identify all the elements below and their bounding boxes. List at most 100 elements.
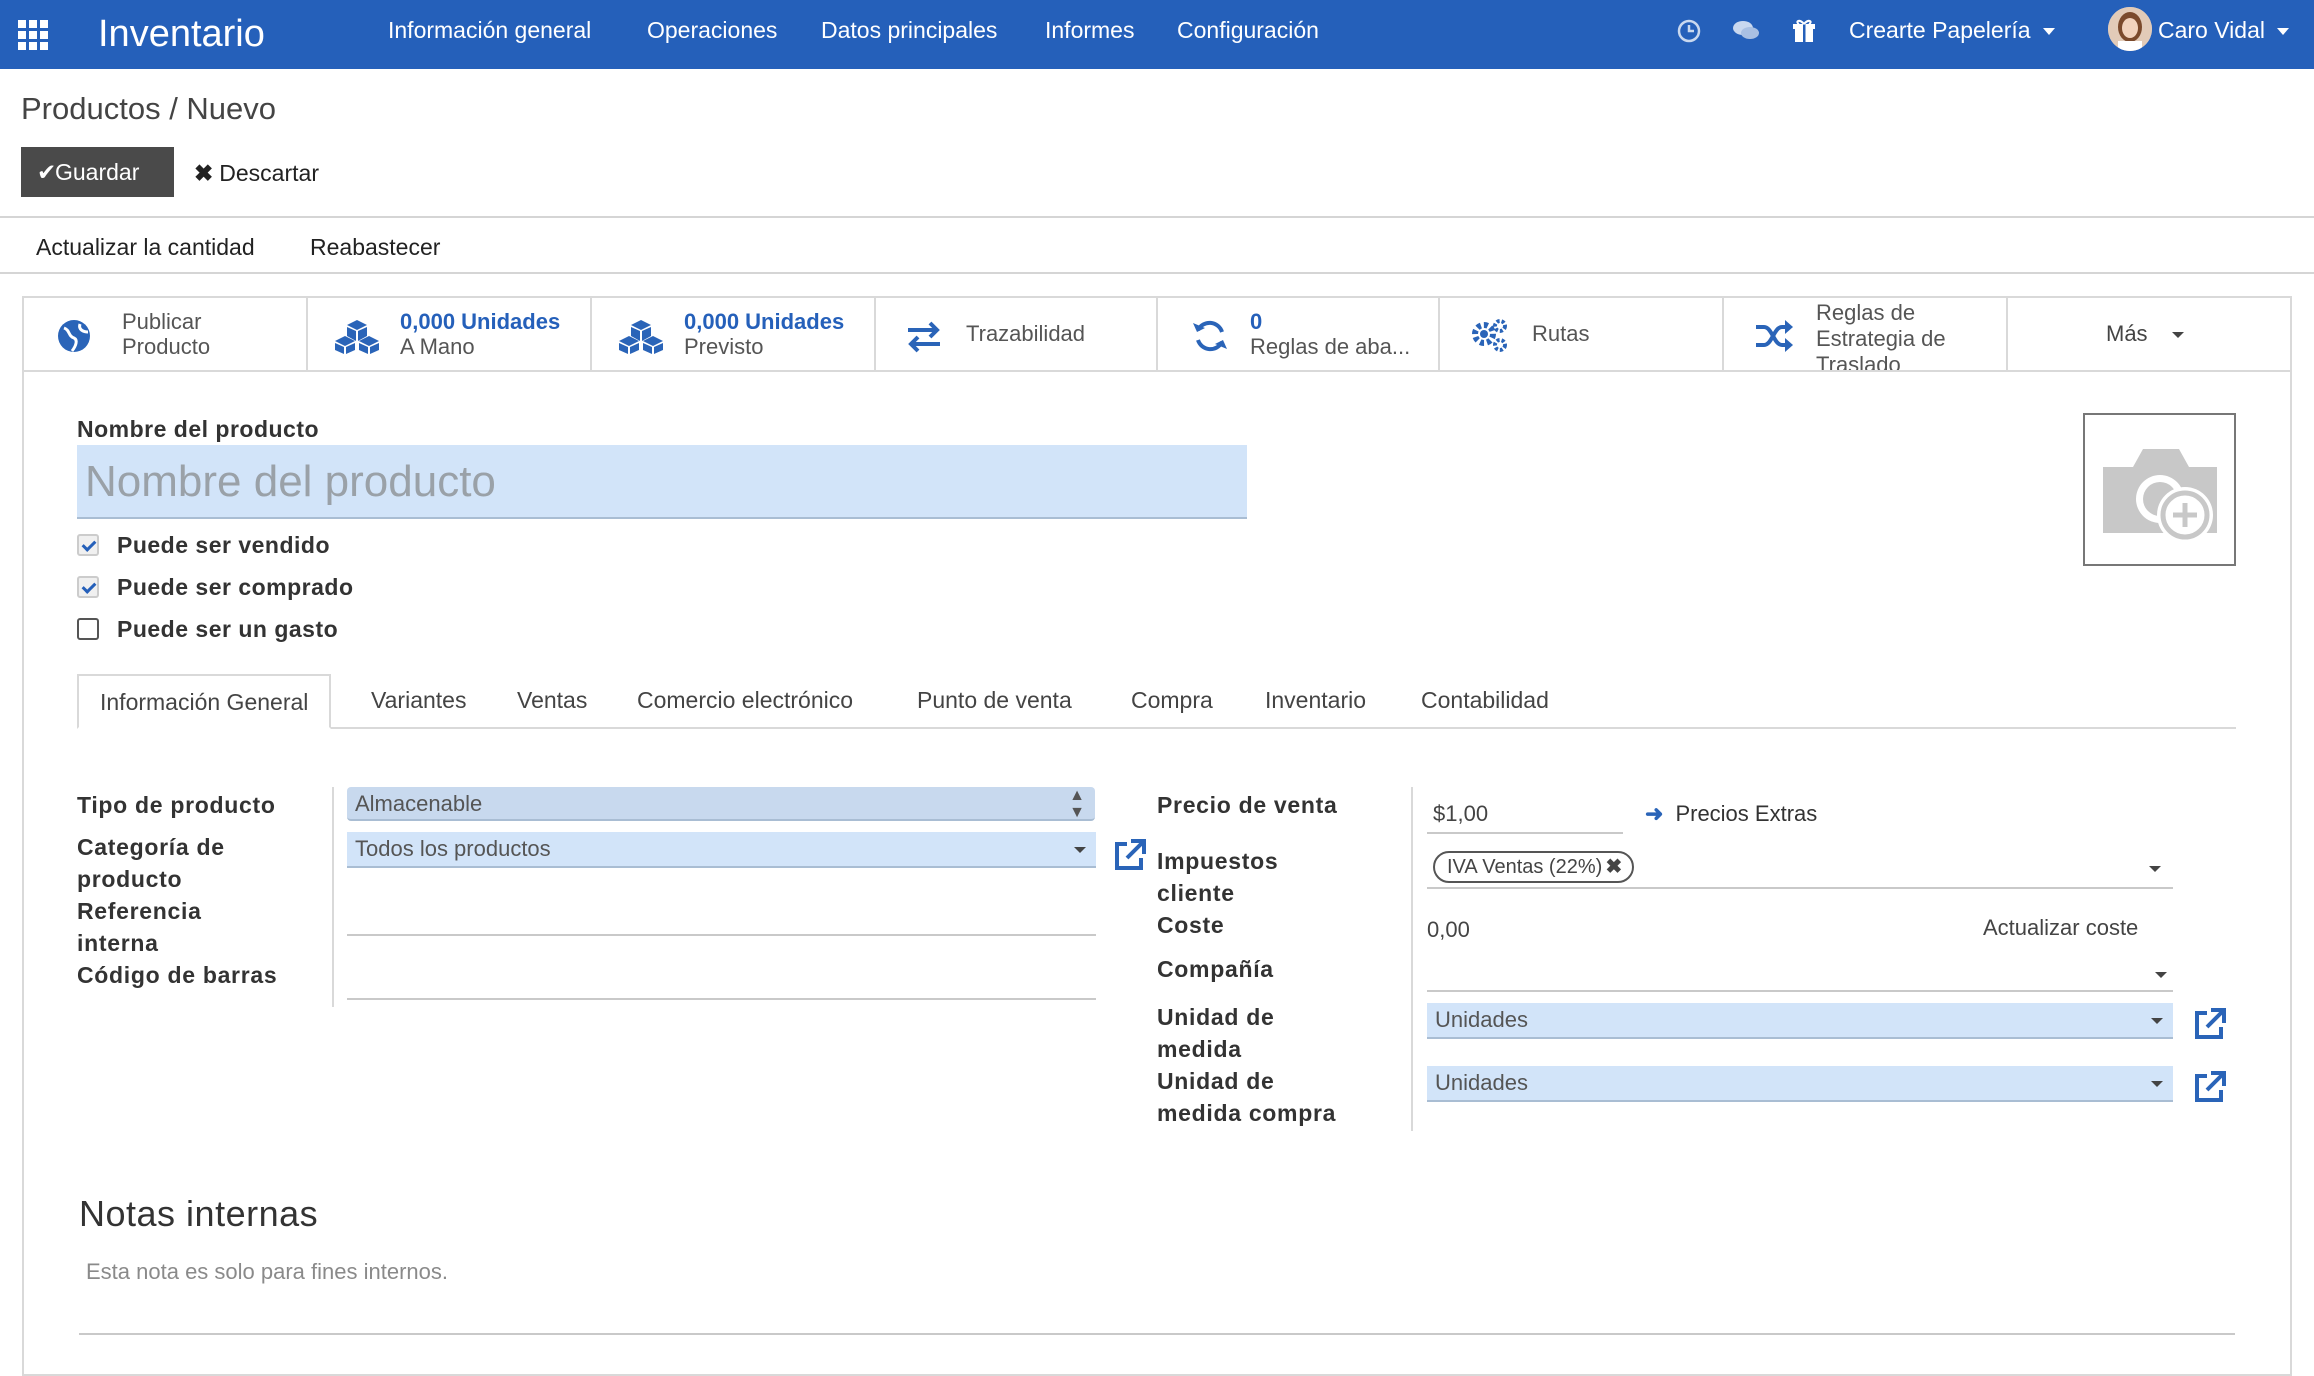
uom-label-2: medida: [1157, 1036, 1242, 1062]
tab-informacion-general[interactable]: Información General: [77, 674, 332, 729]
check-icon: ✔: [37, 159, 57, 185]
apps-grid-icon[interactable]: [18, 20, 48, 50]
uom-po-label-2: medida compra: [1157, 1100, 1337, 1126]
internal-notes-title: Notas internas: [79, 1193, 319, 1234]
arrow-right-icon: ➜: [1645, 801, 1664, 826]
column-separator: [1411, 787, 1413, 1131]
top-navbar: Inventario Información general Operacion…: [0, 0, 2314, 69]
forecast-button[interactable]: 0,000 Unidades Previsto: [592, 296, 876, 372]
column-separator: [332, 787, 334, 1007]
avatar[interactable]: [2108, 7, 2152, 51]
internal-ref-label: Referencia: [77, 898, 202, 924]
internal-notes-underline: [79, 1333, 2235, 1335]
category-label: Categoría de: [77, 834, 225, 860]
chevron-down-icon: [2151, 1081, 2163, 1087]
tab-contabilidad[interactable]: Contabilidad: [1421, 674, 1549, 729]
routes-button[interactable]: Rutas: [1440, 296, 1724, 372]
tab-compra[interactable]: Compra: [1131, 674, 1213, 729]
product-name-input[interactable]: Nombre del producto: [77, 445, 1247, 519]
update-cost-button[interactable]: Actualizar coste: [1983, 913, 2138, 943]
product-type-select[interactable]: Almacenable ▲ ▼: [347, 787, 1095, 821]
replenish-button[interactable]: Reabastecer: [310, 233, 440, 261]
uom-select[interactable]: Unidades: [1427, 1003, 2173, 1039]
update-quantity-button[interactable]: Actualizar la cantidad: [36, 233, 255, 261]
can-be-purchased-label: Puede ser comprado: [117, 574, 354, 600]
company-name: Crearte Papelería: [1849, 17, 2031, 43]
gift-icon[interactable]: [1789, 16, 1819, 46]
can-be-expensed-checkbox[interactable]: [77, 618, 99, 640]
company-switcher[interactable]: Crearte Papelería: [1849, 16, 2055, 44]
chevron-down-icon: [2151, 1018, 2163, 1024]
category-select[interactable]: Todos los productos: [347, 832, 1096, 868]
publish-product-button[interactable]: Publicar Producto: [24, 296, 308, 372]
divider: [0, 272, 2314, 274]
internal-ref-input[interactable]: [347, 934, 1096, 936]
uom-po-select[interactable]: Unidades: [1427, 1066, 2173, 1102]
product-type-label: Tipo de producto: [77, 792, 276, 818]
sale-price-underline: [1427, 832, 1623, 834]
chat-icon[interactable]: [1731, 16, 1761, 46]
sale-price-input[interactable]: $1,00: [1433, 799, 1488, 829]
internal-ref-label-2: interna: [77, 930, 159, 956]
barcode-input[interactable]: [347, 998, 1096, 1000]
app-name[interactable]: Inventario: [98, 8, 265, 60]
cost-value[interactable]: 0,00: [1427, 915, 1470, 945]
exchange-icon: [908, 321, 940, 353]
chevron-down-icon: [1074, 847, 1086, 853]
product-name-label: Nombre del producto: [77, 416, 320, 442]
putaway-rules-button[interactable]: Reglas de Estrategia de Traslado: [1724, 296, 2008, 372]
save-button[interactable]: ✔Guardar: [21, 147, 174, 197]
tab-comercio-electronico[interactable]: Comercio electrónico: [637, 674, 853, 729]
menu-informacion-general[interactable]: Información general: [388, 16, 591, 44]
more-button[interactable]: Más: [2008, 296, 2292, 372]
barcode-label: Código de barras: [77, 962, 278, 988]
refresh-icon: [1193, 320, 1227, 352]
external-link-icon[interactable]: [2193, 1070, 2227, 1104]
chevron-down-icon: [2276, 28, 2289, 36]
menu-configuracion[interactable]: Configuración: [1177, 16, 1319, 44]
taxes-input[interactable]: [1427, 887, 2173, 889]
chevron-down-icon[interactable]: [2155, 972, 2167, 978]
company-label: Compañía: [1157, 956, 1274, 982]
external-link-icon[interactable]: [1113, 838, 1147, 872]
chevron-down-icon: [2172, 332, 2184, 338]
reordering-rules-button[interactable]: 0 Reglas de aba...: [1158, 296, 1440, 372]
category-label-2: producto: [77, 866, 183, 892]
uom-po-label: Unidad de: [1157, 1068, 1275, 1094]
can-be-purchased-checkbox[interactable]: [77, 576, 99, 598]
tab-ventas[interactable]: Ventas: [517, 674, 587, 729]
clock-icon[interactable]: [1674, 16, 1704, 46]
customer-taxes-label-2: cliente: [1157, 880, 1235, 906]
cost-label: Coste: [1157, 912, 1225, 938]
traceability-button[interactable]: Trazabilidad: [876, 296, 1158, 372]
internal-notes-input[interactable]: Esta nota es solo para fines internos.: [86, 1257, 448, 1287]
tab-variantes[interactable]: Variantes: [371, 674, 466, 729]
external-link-icon[interactable]: [2193, 1007, 2227, 1041]
tax-tag[interactable]: IVA Ventas (22%) ✖: [1433, 851, 1635, 883]
sort-icon: ▲ ▼: [1069, 787, 1085, 821]
gears-icon: [1472, 319, 1507, 352]
extra-prices-button[interactable]: ➜ Precios Extras: [1645, 799, 1817, 829]
user-name: Caro Vidal: [2158, 17, 2265, 43]
product-image-upload[interactable]: [2083, 413, 2236, 566]
menu-datos-principales[interactable]: Datos principales: [821, 16, 997, 44]
can-be-sold-label: Puede ser vendido: [117, 532, 331, 558]
tab-inventario[interactable]: Inventario: [1265, 674, 1366, 729]
on-hand-button[interactable]: 0,000 Unidades A Mano: [308, 296, 592, 372]
chevron-down-icon[interactable]: [2149, 866, 2161, 872]
user-menu[interactable]: Caro Vidal: [2158, 16, 2289, 44]
tab-punto-de-venta[interactable]: Punto de venta: [917, 674, 1072, 729]
divider: [0, 216, 2314, 218]
close-icon: ✖: [194, 160, 214, 186]
menu-operaciones[interactable]: Operaciones: [647, 16, 777, 44]
can-be-sold-checkbox[interactable]: [77, 534, 99, 556]
can-be-expensed-label: Puede ser un gasto: [117, 616, 339, 642]
breadcrumb[interactable]: Productos / Nuevo: [21, 90, 276, 128]
cubes-icon: [619, 320, 663, 354]
cubes-icon: [335, 320, 379, 354]
company-select[interactable]: [1427, 990, 2173, 992]
discard-button[interactable]: ✖ Descartar: [194, 147, 319, 197]
close-icon[interactable]: ✖: [1606, 853, 1623, 881]
menu-informes[interactable]: Informes: [1045, 16, 1134, 44]
camera-plus-icon: [2103, 449, 2217, 543]
